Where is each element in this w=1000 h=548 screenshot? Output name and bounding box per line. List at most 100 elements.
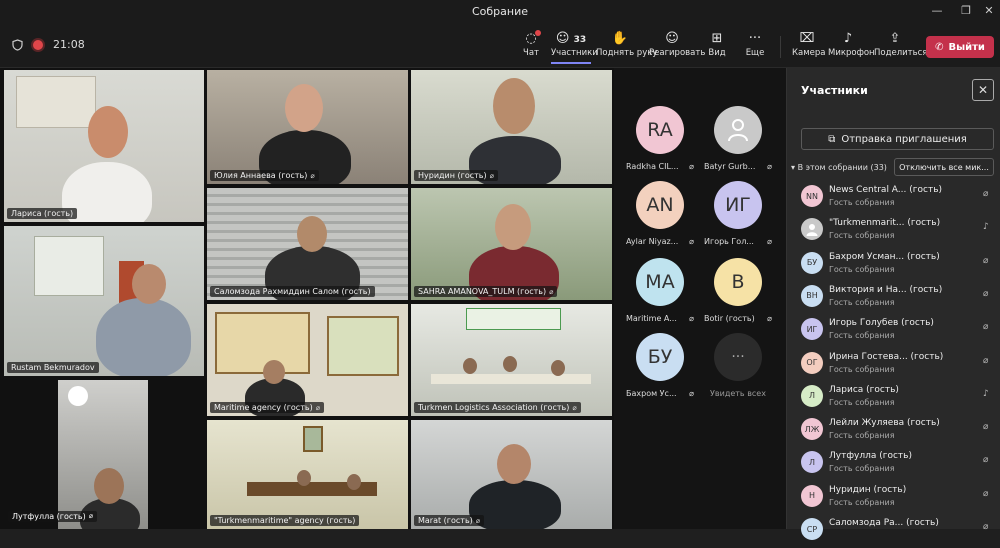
mic-on-icon[interactable]: ♪	[983, 389, 989, 399]
tile-name: Юлия Аннаева (гость) ⌀	[210, 170, 319, 181]
participant-row[interactable]: Л Лутфулла (гость) Гость собрания ⌀	[801, 449, 997, 481]
participant-row[interactable]: NN News Central A... (гость) Гость собрани…	[801, 183, 997, 215]
react-button[interactable]: ☺ Реагировать	[649, 30, 705, 64]
avatar: ЛЖ	[801, 418, 823, 441]
tile-name: Лутфулла (гость) ⌀	[8, 511, 97, 522]
participant-avatar[interactable]: B Botir (гость) ⌀	[700, 258, 776, 328]
participant-row[interactable]: ЛЖ Лейли Жуляева (гость) Гость собрания ⌀	[801, 416, 997, 448]
mic-off-icon[interactable]: ⌀	[983, 455, 988, 465]
minimize-button[interactable]: —	[930, 4, 944, 18]
mic-off-icon[interactable]: ⌀	[983, 422, 988, 432]
banner	[466, 308, 561, 330]
participant-head	[347, 474, 361, 490]
mic-off-icon: ⌀	[767, 237, 772, 246]
close-panel-button[interactable]: ✕	[972, 79, 994, 101]
mic-off-icon[interactable]: ⌀	[983, 289, 988, 299]
video-tile[interactable]: Нуридин (гость) ⌀	[411, 70, 612, 184]
participant-avatar[interactable]: AN Aylar Niyaz... ⌀	[622, 181, 698, 251]
participant-avatar[interactable]: Batyr Gurb... ⌀	[700, 106, 776, 176]
mic-off-icon: ⌀	[689, 389, 694, 398]
avatar: ОГ	[801, 351, 823, 374]
avatar	[801, 218, 823, 241]
mute-all-button[interactable]: Отключить все мик...	[894, 158, 994, 176]
video-tile[interactable]: Саломзода Рахмиддин Салом (гость)	[207, 188, 408, 300]
hand-icon: ✋	[611, 31, 629, 46]
mic-on-icon[interactable]: ♪	[983, 222, 989, 232]
participants-count: 33	[573, 35, 587, 45]
participant-row[interactable]: ИГ Игорь Голубев (гость) Гость собрания ⌀	[801, 316, 997, 348]
raise-hand-button[interactable]: ✋ Поднять руку	[596, 30, 657, 64]
video-tile[interactable]: SAHRA AMANOVA_TULM (гость) ⌀	[411, 188, 612, 300]
view-button[interactable]: ⊞ Вид	[706, 30, 728, 64]
video-tile-active-speaker[interactable]: Rustam Bekmuradov	[4, 226, 204, 376]
avatar: Л	[801, 451, 823, 474]
restore-button[interactable]: ❐	[959, 4, 973, 18]
tile-name: SAHRA AMANOVA_TULM (гость) ⌀	[414, 286, 558, 297]
avatar: AN	[636, 181, 684, 229]
participants-button[interactable]: ☺ 33 Участники	[551, 30, 598, 64]
video-tile[interactable]	[58, 380, 148, 529]
video-tile[interactable]: Юлия Аннаева (гость) ⌀	[207, 70, 408, 184]
video-tile[interactable]: "Turkmenmaritime" agency (гость)	[207, 420, 408, 529]
tile-name: Нуридин (гость) ⌀	[414, 170, 498, 181]
video-tile[interactable]: Лариса (гость)	[4, 70, 204, 222]
participant-figure	[96, 298, 191, 376]
avatar: MA	[636, 258, 684, 306]
participant-row[interactable]: ВН Виктория и На... (гость) Гость собрания…	[801, 283, 997, 315]
participant-role: Гость собрания	[829, 364, 895, 374]
avatar-grid: RA Radkha CIL... ⌀ Batyr Gurb... ⌀ AN Ayla…	[614, 68, 786, 529]
participant-avatar[interactable]: ИГ Игорь Гол... ⌀	[700, 181, 776, 251]
participant-row[interactable]: Л Лариса (гость) Гость собрания ♪	[801, 383, 997, 415]
participant-row[interactable]: Н Нуридин (гость) Гость собрания ⌀	[801, 483, 997, 515]
video-tile[interactable]: Maritime agency (гость) ⌀	[207, 304, 408, 416]
more-icon: ···	[714, 333, 762, 381]
leave-button[interactable]: ✆ Выйти	[926, 36, 994, 58]
participant-head	[495, 204, 531, 250]
participant-avatar[interactable]: БУ Бахром Ус... ⌀	[622, 333, 698, 403]
portrait-frame	[303, 426, 323, 452]
tile-name: Turkmen Logistics Association (гость) ⌀	[414, 402, 581, 413]
participant-avatar[interactable]: RA Radkha CIL... ⌀	[622, 106, 698, 176]
avatar: RA	[636, 106, 684, 154]
in-meeting-section[interactable]: ▾ В этом собрании (33)	[791, 163, 887, 172]
chat-button[interactable]: ◌ Чат	[518, 30, 544, 64]
people-icon: ☺	[555, 31, 570, 46]
avatar: ИГ	[714, 181, 762, 229]
participant-name: Игорь Голубев (гость)	[829, 318, 934, 329]
mic-off-icon[interactable]: ⌀	[983, 322, 988, 332]
participant-role: Гость собрания	[829, 464, 895, 474]
microphone-button[interactable]: ♪ Микрофон	[828, 30, 875, 64]
tile-name: Саломзода Рахмиддин Салом (гость)	[210, 286, 375, 297]
participant-row[interactable]: СР Саломзода Ра... (гость) ⌀	[801, 516, 997, 548]
participant-head	[297, 470, 311, 486]
mic-off-icon[interactable]: ⌀	[983, 489, 988, 499]
avatar: БУ	[636, 333, 684, 381]
participant-row[interactable]: БУ Бахром Усман... (гость) Гость собрания ⌀	[801, 250, 997, 282]
avatar: NN	[801, 185, 823, 207]
share-link-icon: ⧉	[828, 133, 836, 145]
mic-off-icon[interactable]: ⌀	[983, 522, 988, 532]
participant-role: Гость собрания	[829, 331, 895, 341]
participant-name: Виктория и На... (гость)	[829, 284, 943, 295]
participant-row[interactable]: ОГ Ирина Гостева... (гость) Гость собрания…	[801, 350, 997, 382]
share-button[interactable]: ⇪ Поделиться	[874, 30, 927, 64]
participant-avatar[interactable]: MA Maritime A... ⌀	[622, 258, 698, 328]
more-icon: ···	[748, 31, 762, 46]
camera-button[interactable]: ⌧ Камера	[792, 30, 826, 64]
participant-head	[497, 444, 531, 484]
participant-head	[463, 358, 477, 374]
mic-off-icon[interactable]: ⌀	[983, 256, 988, 266]
avatar: Л	[801, 384, 823, 407]
participant-row[interactable]: "Turkmenmarit... (гость) Гость собрания ♪	[801, 216, 997, 248]
send-invite-button[interactable]: ⧉ Отправка приглашения	[801, 128, 994, 150]
see-all-button[interactable]: ··· Увидеть всех	[700, 333, 776, 403]
mic-off-icon[interactable]: ⌀	[983, 356, 988, 366]
mic-off-icon[interactable]: ⌀	[983, 189, 988, 199]
participant-role: Гость собрания	[829, 431, 895, 441]
close-window-button[interactable]: ✕	[982, 4, 996, 18]
video-tile[interactable]: Turkmen Logistics Association (гость) ⌀	[411, 304, 612, 416]
video-tile[interactable]: Marat (гость) ⌀	[411, 420, 612, 529]
more-button[interactable]: ··· Еще	[744, 30, 766, 64]
toolbar-divider	[780, 36, 781, 58]
participant-head	[551, 360, 565, 376]
